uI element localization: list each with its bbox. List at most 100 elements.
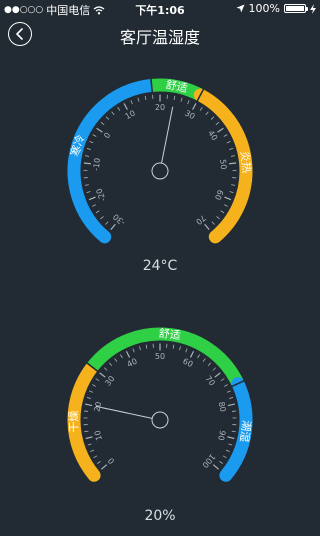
header-bar: 客厅温湿度 [0,18,320,52]
temperature-minor-tick [231,184,236,186]
temperature-major-tick [229,162,237,165]
humidity-minor-tick [185,348,188,353]
humidity-minor-tick [212,367,217,371]
humidity-minor-tick [225,449,230,452]
temperature-minor-tick [229,147,234,150]
humidity-minor-tick [86,396,91,399]
humidity-minor-tick [114,358,118,362]
temperature-minor-tick [229,191,234,193]
temperature-minor-tick [137,97,140,102]
temperature-gauge: 寒冷 舒适炎热 -30-20 -10 0 10 20 30 40 50 60 70 [67,77,253,244]
humidity-tick-label: 70 [203,374,216,388]
temperature-tick-label: 0 [102,131,112,140]
humidity-tick-label: 30 [103,374,116,388]
humidity-minor-tick [95,378,100,382]
temperature-tick-label: 70 [194,213,208,226]
temperature-minor-tick [105,116,110,120]
humidity-minor-tick [220,378,225,382]
humidity-tick-label: 80 [217,401,228,413]
temperature-minor-tick [100,121,105,126]
humidity-minor-tick [179,346,181,351]
temperature-major-tick [96,127,103,133]
temperature-minor-tick [199,107,203,111]
humidity-minor-tick [89,390,94,393]
temperature-minor-tick [205,111,209,116]
battery-icon [284,4,308,13]
temperature-minor-tick [210,116,215,120]
humidity-tick-label: 10 [93,429,104,441]
battery-percent: 100% [248,2,280,15]
humidity-minor-tick [202,358,206,362]
humidity-minor-tick [84,430,89,433]
temperature-tick-label: -20 [95,187,108,202]
humidity-major-tick [189,350,195,358]
temperature-minor-tick [117,107,121,111]
location-arrow-icon [236,4,245,13]
temperature-major-tick [83,162,91,165]
humidity-major-tick [85,403,93,407]
temperature-tick-label: 50 [218,159,228,170]
humidity-major-tick [85,436,93,440]
humidity-needle-hub [151,411,169,429]
temperature-zone-label: 寒冷 [67,133,87,158]
humidity-major-tick [214,372,221,378]
page-title: 客厅温湿度 [119,28,200,47]
temperature-tick-label: 10 [124,109,137,122]
temperature-minor-tick [86,191,91,193]
temperature-minor-tick [130,100,133,105]
temperature-minor-tick [95,210,100,214]
humidity-minor-tick [103,367,108,371]
temperature-major-tick [204,223,210,230]
temperature-minor-tick [84,184,89,186]
humidity-tick-label: 100 [200,452,217,469]
temperature-minor-tick [84,155,90,157]
temperature-major-tick [224,196,232,201]
temperature-tick-label: 30 [183,109,196,122]
humidity-major-tick [99,372,106,378]
temperature-minor-tick [215,121,220,126]
humidity-reading: 20% [144,508,176,524]
temperature-tick-label: 60 [213,188,225,201]
humidity-needle [95,405,153,419]
humidity-minor-tick [197,354,200,359]
humidity-minor-tick [172,344,175,349]
temperature-tick-label: -30 [111,212,127,227]
temperature-major-tick [110,223,116,230]
humidity-minor-tick [229,396,234,399]
temperature-minor-tick [92,204,96,207]
temperature-major-tick [192,103,197,110]
humidity-zone-label: 舒适 [158,326,181,342]
temperature-minor-tick [92,134,97,137]
humidity-minor-tick [145,344,148,349]
temperature-major-tick [217,127,224,133]
temperature-minor-tick [180,97,183,102]
humidity-tick-label: 40 [126,357,139,370]
temperature-minor-tick [187,100,190,105]
humidity-minor-tick [108,362,113,367]
humidity-zone-label: 潮湿 [237,419,254,443]
humidity-tick-label: 50 [155,352,165,361]
humidity-tick-label: 0 [106,456,116,466]
temperature-zone-label: 炎热 [238,150,253,173]
temperature-tick-label: 20 [155,103,165,112]
temperature-minor-tick [211,221,215,225]
temperature-minor-tick [223,134,228,137]
humidity-major-tick [125,350,131,358]
temperature-minor-tick [173,95,176,100]
humidity-minor-tick [222,455,227,459]
status-bar: ●●○○○ 中国电信 下午1:06 100% [0,0,320,18]
humidity-tick-label: 60 [181,357,194,370]
temperature-tick-label: 40 [206,129,219,142]
temperature-minor-tick [226,140,231,144]
humidity-tick-label: 90 [216,429,227,441]
temperature-needle-hub [151,162,169,180]
humidity-major-tick [212,464,219,470]
humidity-minor-tick [207,362,212,367]
humidity-minor-tick [132,348,135,353]
humidity-minor-tick [231,430,236,433]
temperature-tick-label: -10 [92,157,102,171]
humidity-minor-tick [92,384,96,387]
temperature-zone-0 [67,78,159,244]
temperature-minor-tick [230,155,236,157]
humidity-minor-tick [139,346,141,351]
